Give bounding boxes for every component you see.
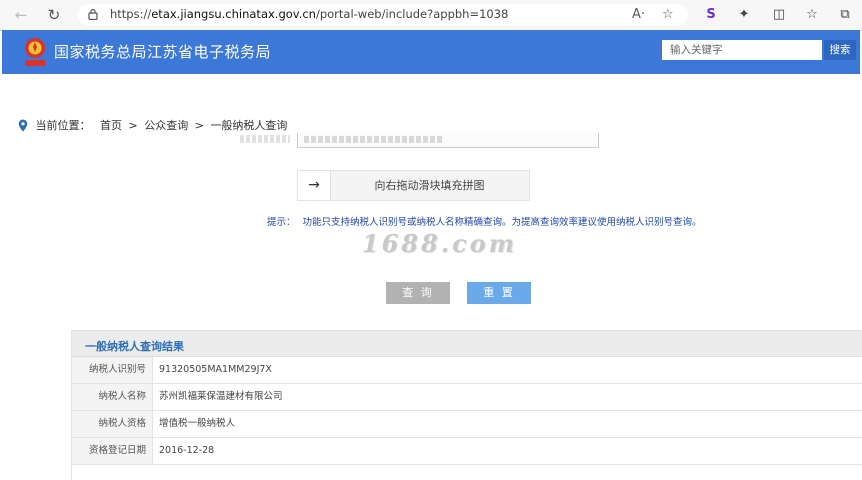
slider-text: 向右拖动滑块填充拼图 bbox=[374, 179, 485, 192]
location-pin-icon bbox=[18, 119, 28, 131]
lock-icon[interactable] bbox=[88, 8, 98, 20]
taxpayer-name-value bbox=[304, 136, 444, 143]
row-value: 2016-12-28 bbox=[159, 445, 215, 456]
browser-toolbar: ← ↻ https://etax.jiangsu.chinatax.gov.cn… bbox=[0, 0, 862, 31]
results-header: 一般纳税人查询结果 bbox=[71, 330, 862, 357]
url-text[interactable]: https://etax.jiangsu.chinatax.gov.cn/por… bbox=[110, 7, 508, 21]
site-title: 国家税务总局江苏省电子税务局 bbox=[54, 43, 272, 61]
table-row: 纳税人名称 苏州凯福莱保温建材有限公司 bbox=[71, 384, 862, 411]
tax-emblem-icon bbox=[25, 38, 45, 66]
reload-icon[interactable]: ↻ bbox=[45, 6, 63, 24]
breadcrumb-separator: > bbox=[128, 118, 138, 132]
breadcrumb-prefix: 当前位置： bbox=[35, 119, 91, 132]
extension-s-icon[interactable]: S bbox=[702, 6, 720, 24]
site-header: 国家税务总局江苏省电子税务局 输入关键字 搜索 bbox=[2, 30, 860, 74]
breadcrumb-separator: > bbox=[194, 118, 204, 132]
breadcrumb-home[interactable]: 首页 bbox=[100, 119, 122, 132]
breadcrumb: 当前位置： 首页 > 公众查询 > 一般纳税人查询 bbox=[18, 117, 287, 133]
taxpayer-name-field[interactable] bbox=[297, 133, 599, 148]
row-label: 纳税人识别号 bbox=[71, 357, 153, 383]
favorites-icon[interactable]: ☆ bbox=[803, 6, 821, 24]
breadcrumb-public-query[interactable]: 公众查询 bbox=[144, 119, 188, 132]
table-row: 纳税人资格 增值税一般纳税人 bbox=[71, 411, 862, 438]
row-value: 91320505MA1MM29J7X bbox=[159, 364, 272, 375]
favorite-star-icon[interactable]: ☆ bbox=[662, 7, 674, 22]
row-label: 资格登记日期 bbox=[71, 438, 153, 464]
url-scheme: https:// bbox=[110, 7, 152, 21]
breadcrumb-current: 一般纳税人查询 bbox=[210, 119, 288, 132]
read-aloud-icon[interactable]: A· bbox=[632, 7, 645, 22]
row-label: 纳税人名称 bbox=[71, 384, 153, 410]
extensions-puzzle-icon[interactable]: ✦ bbox=[735, 6, 753, 24]
results-left-border bbox=[71, 330, 72, 480]
back-icon[interactable]: ← bbox=[12, 6, 30, 24]
table-row: 资格登记日期 2016-12-28 bbox=[71, 438, 862, 465]
collections-icon[interactable]: ⧉ bbox=[836, 6, 854, 24]
query-form: → 向右拖动滑块填充拼图 提示： 功能只支持纳税人识别号或纳税人名称精确查询。为… bbox=[72, 133, 862, 329]
query-button[interactable]: 查 询 bbox=[386, 282, 450, 304]
split-screen-icon[interactable]: ◫ bbox=[770, 6, 788, 24]
hint-label: 提示： bbox=[267, 217, 296, 228]
slider-captcha[interactable]: → 向右拖动滑块填充拼图 bbox=[297, 170, 530, 201]
reset-button[interactable]: 重 置 bbox=[467, 282, 531, 304]
results-panel: 一般纳税人查询结果 纳税人识别号 91320505MA1MM29J7X 纳税人名… bbox=[71, 330, 862, 480]
search-button[interactable]: 搜索 bbox=[824, 40, 856, 60]
row-label: 纳税人资格 bbox=[71, 411, 153, 437]
slider-handle[interactable]: → bbox=[298, 171, 331, 200]
hint-content: 功能只支持纳税人识别号或纳税人名称精确查询。为提高查询效率建议使用纳税人识别号查… bbox=[302, 217, 702, 228]
search-input[interactable]: 输入关键字 bbox=[662, 40, 822, 60]
taxpayer-name-label bbox=[240, 135, 290, 143]
results-title: 一般纳税人查询结果 bbox=[85, 340, 184, 353]
url-host: etax.jiangsu.chinatax.gov.cn bbox=[151, 7, 316, 21]
address-bar[interactable]: https://etax.jiangsu.chinatax.gov.cn/por… bbox=[78, 4, 688, 26]
row-value: 苏州凯福莱保温建材有限公司 bbox=[159, 391, 283, 402]
table-row: 纳税人识别号 91320505MA1MM29J7X bbox=[71, 357, 862, 384]
watermark: 1688.com bbox=[362, 229, 518, 258]
url-path: /portal-web/include?appbh=1038 bbox=[315, 7, 509, 21]
row-value: 增值税一般纳税人 bbox=[159, 418, 236, 429]
hint-text: 提示： 功能只支持纳税人识别号或纳税人名称精确查询。为提高查询效率建议使用纳税人… bbox=[267, 214, 702, 228]
